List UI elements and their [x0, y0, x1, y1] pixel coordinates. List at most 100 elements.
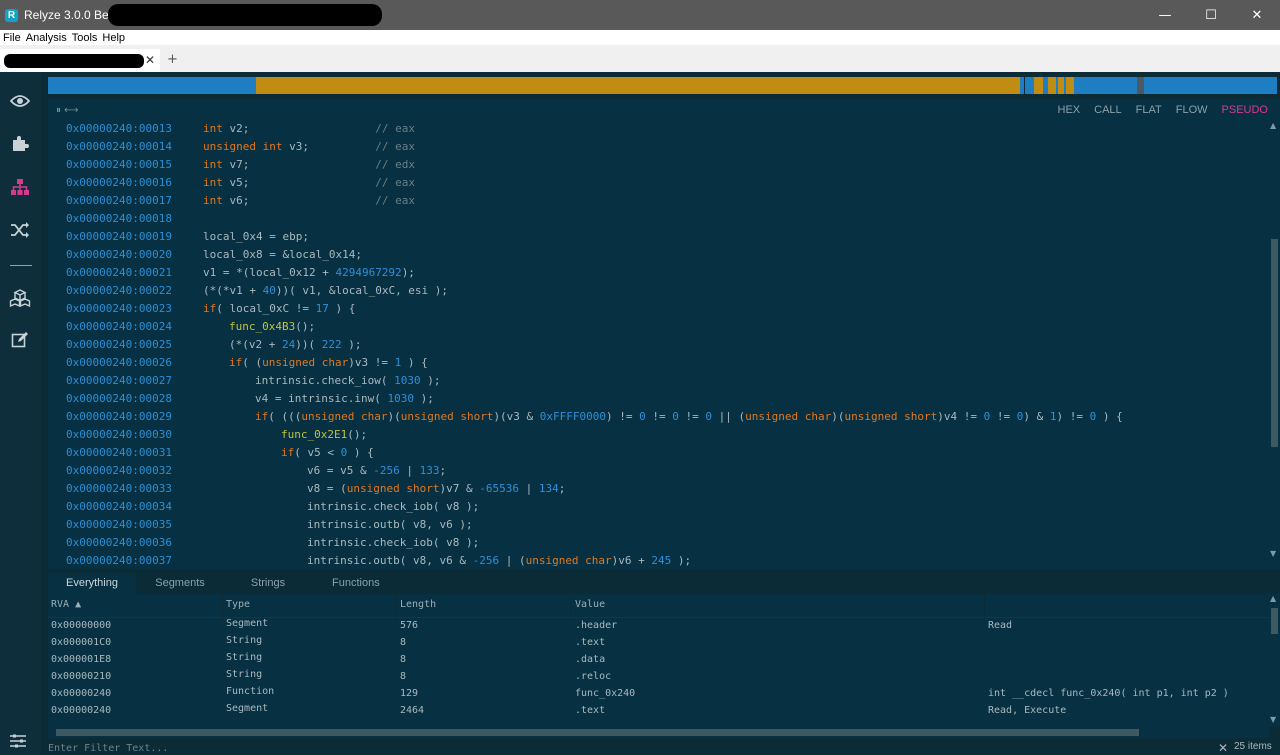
code-line[interactable]: 0x00000240:00030 func_0x2E1();: [66, 426, 1262, 444]
code-line[interactable]: 0x00000240:00034 intrinsic.check_iob( v8 …: [66, 498, 1262, 516]
new-tab-button[interactable]: +: [167, 52, 178, 67]
code-line[interactable]: 0x00000240:00028 v4 = intrinsic.inw( 1030…: [66, 390, 1262, 408]
menu-file[interactable]: File: [1, 32, 23, 44]
code-line[interactable]: 0x00000240:00036 intrinsic.check_iob( v8 …: [66, 534, 1262, 552]
code-address[interactable]: 0x00000240:00014: [66, 138, 203, 156]
code-address[interactable]: 0x00000240:00035: [66, 516, 203, 534]
code-line[interactable]: 0x00000240:00016 int v5; // eax: [66, 174, 1262, 192]
view-mode-flow[interactable]: FLOW: [1176, 104, 1208, 116]
code-address[interactable]: 0x00000240:00031: [66, 444, 203, 462]
code-address[interactable]: 0x00000240:00017: [66, 192, 203, 210]
code-line[interactable]: 0x00000240:00022 (*(*v1 + 40))( v1, &loca…: [66, 282, 1262, 300]
filter-input[interactable]: [48, 741, 1208, 755]
code-line[interactable]: 0x00000240:00020 local_0x8 = &local_0x14;: [66, 246, 1262, 264]
view-mode-hex[interactable]: HEX: [1058, 104, 1081, 116]
cubes-icon[interactable]: [8, 286, 32, 310]
code-line[interactable]: 0x00000240:00023 if( local_0xC != 17 ) {: [66, 300, 1262, 318]
code-line[interactable]: 0x00000240:00029 if( (((unsigned char)(un…: [66, 408, 1262, 426]
column-type[interactable]: Type: [226, 599, 250, 610]
code-scroll-thumb[interactable]: [1271, 239, 1278, 447]
shuffle-icon[interactable]: [8, 218, 32, 242]
code-address[interactable]: 0x00000240:00030: [66, 426, 203, 444]
code-address[interactable]: 0x00000240:00020: [66, 246, 203, 264]
view-mode-call[interactable]: CALL: [1094, 104, 1122, 116]
code-line[interactable]: 0x00000240:00031 if( v5 < 0 ) {: [66, 444, 1262, 462]
code-address[interactable]: 0x00000240:00016: [66, 174, 203, 192]
scroll-up-icon[interactable]: ▲: [1270, 121, 1276, 130]
code-line[interactable]: 0x00000240:00025 (*(v2 + 24))( 222 );: [66, 336, 1262, 354]
code-address[interactable]: 0x00000240:00013: [66, 120, 203, 138]
column-length[interactable]: Length: [400, 599, 436, 610]
pseudo-code-view[interactable]: ⏸ ⟷ HEX CALL FLAT FLOW PSEUDO 0x00000240…: [48, 99, 1280, 569]
code-line[interactable]: 0x00000240:00027 intrinsic.check_iow( 103…: [66, 372, 1262, 390]
code-address[interactable]: 0x00000240:00025: [66, 336, 203, 354]
code-line[interactable]: 0x00000240:00037 intrinsic.outb( v8, v6 &…: [66, 552, 1262, 570]
code-address[interactable]: 0x00000240:00027: [66, 372, 203, 390]
tab-segments[interactable]: Segments: [136, 573, 224, 594]
code-line[interactable]: 0x00000240:00032 v6 = v5 & -256 | 133;: [66, 462, 1262, 480]
tab-functions[interactable]: Functions: [312, 573, 400, 594]
code-line[interactable]: 0x00000240:00019 local_0x4 = ebp;: [66, 228, 1262, 246]
code-line[interactable]: 0x00000240:00013 int v2; // eax: [66, 120, 1262, 138]
grid-scroll-thumb[interactable]: [1271, 608, 1278, 634]
code-address[interactable]: 0x00000240:00036: [66, 534, 203, 552]
view-mode-pseudo[interactable]: PSEUDO: [1222, 104, 1268, 116]
code-line[interactable]: 0x00000240:00035 intrinsic.outb( v8, v6 )…: [66, 516, 1262, 534]
code-address[interactable]: 0x00000240:00018: [66, 210, 203, 228]
menu-help[interactable]: Help: [100, 32, 127, 44]
eye-icon[interactable]: [8, 89, 32, 113]
grid-horizontal-scrollbar[interactable]: [48, 727, 1269, 738]
code-address[interactable]: 0x00000240:00019: [66, 228, 203, 246]
puzzle-icon[interactable]: [8, 131, 32, 155]
code-vertical-scrollbar[interactable]: ▲ ▼: [1269, 121, 1280, 561]
code-line[interactable]: 0x00000240:00017 int v6; // eax: [66, 192, 1262, 210]
code-address[interactable]: 0x00000240:00024: [66, 318, 203, 336]
code-line[interactable]: 0x00000240:00021 v1 = *(local_0x12 + 4294…: [66, 264, 1262, 282]
code-address[interactable]: 0x00000240:00032: [66, 462, 203, 480]
code-line[interactable]: 0x00000240:00015 int v7; // edx: [66, 156, 1262, 174]
code-address[interactable]: 0x00000240:00026: [66, 354, 203, 372]
navigation-bar[interactable]: [48, 77, 1277, 94]
code-address[interactable]: 0x00000240:00021: [66, 264, 203, 282]
grid-vertical-scrollbar[interactable]: ▲ ▼: [1269, 594, 1280, 727]
code-address[interactable]: 0x00000240:00034: [66, 498, 203, 516]
code-address[interactable]: 0x00000240:00015: [66, 156, 203, 174]
code-line[interactable]: 0x00000240:00024 func_0x4B3();: [66, 318, 1262, 336]
minimize-button[interactable]: —: [1142, 0, 1188, 30]
column-divider[interactable]: [396, 594, 397, 618]
column-divider[interactable]: [984, 594, 985, 618]
clear-filter-icon[interactable]: ✕: [1218, 741, 1228, 755]
items-grid[interactable]: RVA ▲ Type Length Value 0x00000000 Segmen…: [48, 594, 1269, 727]
code-line[interactable]: 0x00000240:00014 unsigned int v3; // eax: [66, 138, 1262, 156]
code-line[interactable]: 0x00000240:00026 if( (unsigned char)v3 !=…: [66, 354, 1262, 372]
menu-analysis[interactable]: Analysis: [24, 32, 69, 44]
document-tab[interactable]: ✕: [0, 49, 160, 72]
code-line[interactable]: 0x00000240:00033 v8 = (unsigned short)v7 …: [66, 480, 1262, 498]
column-divider[interactable]: [222, 594, 223, 618]
column-rva[interactable]: RVA ▲: [51, 599, 81, 610]
hierarchy-icon[interactable]: [8, 175, 32, 199]
table-row[interactable]: 0x00000240 Segment 2464 .text Read, Execute: [48, 703, 1269, 722]
tab-strings[interactable]: Strings: [224, 573, 312, 594]
sliders-icon[interactable]: [9, 734, 31, 750]
close-window-button[interactable]: ✕: [1234, 0, 1280, 30]
code-line[interactable]: 0x00000240:00018: [66, 210, 1262, 228]
edit-icon[interactable]: [8, 328, 32, 352]
code-address[interactable]: 0x00000240:00029: [66, 408, 203, 426]
column-divider[interactable]: [570, 594, 571, 618]
code-address[interactable]: 0x00000240:00028: [66, 390, 203, 408]
grid-scroll-up-icon[interactable]: ▲: [1270, 594, 1276, 603]
tab-everything[interactable]: Everything: [48, 573, 136, 594]
column-value[interactable]: Value: [575, 599, 605, 610]
code-address[interactable]: 0x00000240:00037: [66, 552, 203, 570]
grid-scroll-down-icon[interactable]: ▼: [1270, 715, 1276, 724]
code-address[interactable]: 0x00000240:00033: [66, 480, 203, 498]
close-tab-icon[interactable]: ✕: [145, 53, 155, 67]
grid-horizontal-thumb[interactable]: [56, 729, 1139, 736]
menu-tools[interactable]: Tools: [70, 32, 100, 44]
code-address[interactable]: 0x00000240:00023: [66, 300, 203, 318]
scroll-down-icon[interactable]: ▼: [1270, 549, 1276, 558]
view-mode-flat[interactable]: FLAT: [1136, 104, 1162, 116]
code-address[interactable]: 0x00000240:00022: [66, 282, 203, 300]
code-toolbar-icons[interactable]: ⏸ ⟷: [56, 105, 79, 116]
